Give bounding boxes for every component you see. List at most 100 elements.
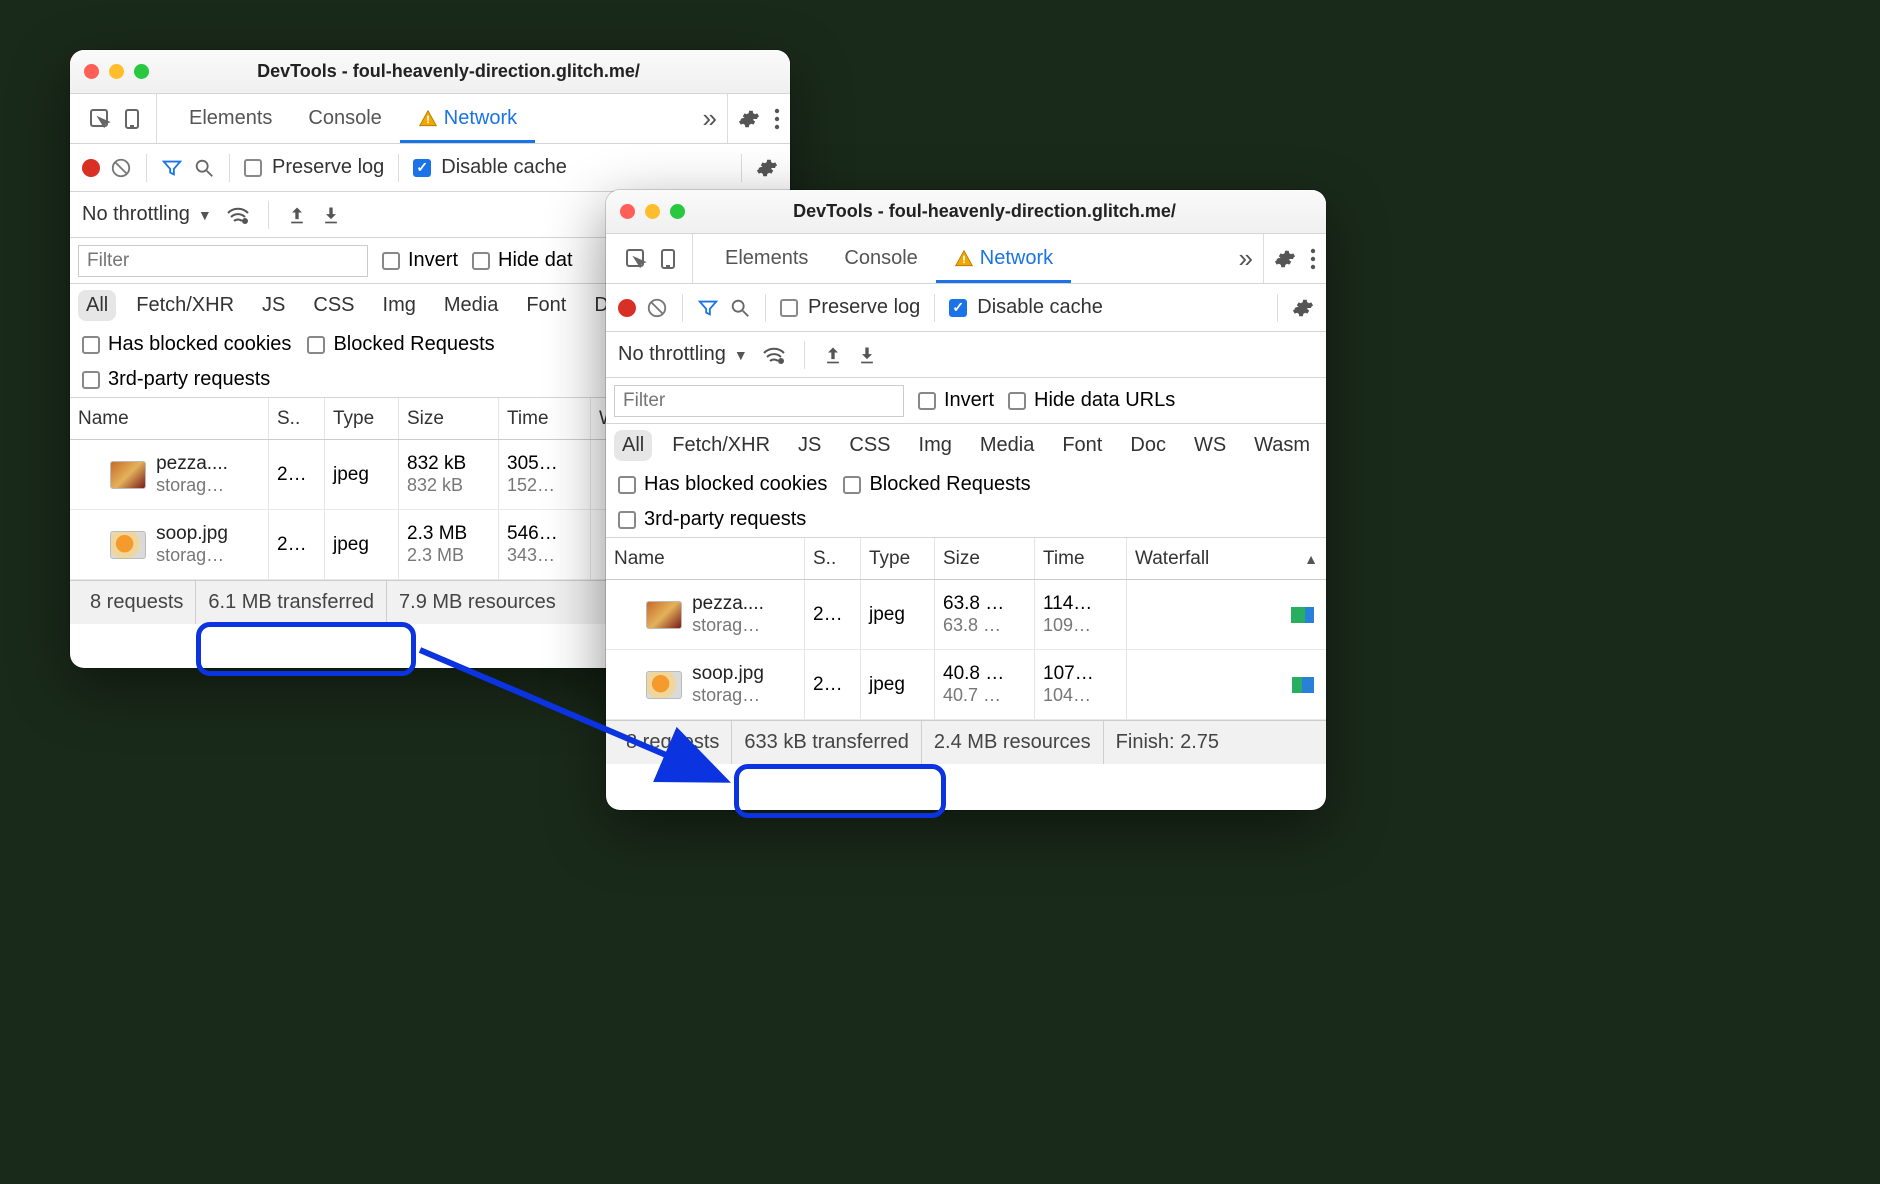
tab-network[interactable]: Network [936,234,1071,283]
tab-elements[interactable]: Elements [171,94,290,143]
filter-toggle-icon[interactable] [697,297,719,319]
network-settings-icon[interactable] [1292,297,1314,319]
type-chip-fetch[interactable]: Fetch/XHR [664,430,778,461]
blocked-requests-label: Blocked Requests [333,333,494,356]
clear-icon[interactable] [646,297,668,319]
waterfall-cell [1127,580,1326,649]
preserve-log-checkbox[interactable] [244,159,262,177]
hide-data-urls-checkbox[interactable] [472,252,490,270]
more-tabs-icon[interactable]: » [693,103,727,134]
search-icon[interactable] [729,297,751,319]
kebab-menu-icon[interactable] [1310,248,1316,270]
maximize-window-button[interactable] [134,64,149,79]
record-button[interactable] [82,159,100,177]
inspect-element-icon[interactable] [88,107,112,131]
network-settings-icon[interactable] [756,157,778,179]
blocked-cookies-label: Has blocked cookies [108,333,291,356]
gear-icon[interactable] [1274,248,1296,270]
close-window-button[interactable] [84,64,99,79]
tab-console[interactable]: Console [290,94,399,143]
close-window-button[interactable] [620,204,635,219]
blocked-cookies-label: Has blocked cookies [644,473,827,496]
invert-checkbox[interactable] [918,392,936,410]
col-name[interactable]: Name [606,538,805,579]
col-type[interactable]: Type [325,398,399,439]
import-har-icon[interactable] [823,345,843,365]
size-cell: 2.3 MB 2.3 MB [399,510,499,579]
more-tabs-icon[interactable]: » [1229,243,1263,274]
file-name: pezza.... [156,453,228,475]
invert-checkbox[interactable] [382,252,400,270]
table-row[interactable]: soop.jpg storag… 2… jpeg 40.8 … 40.7 … 1… [606,650,1326,720]
name-cell: soop.jpg storag… [606,650,805,719]
invert-label: Invert [408,249,458,272]
throttling-select[interactable]: No throttling ▼ [82,203,212,226]
blocked-cookies-checkbox[interactable] [82,336,100,354]
table-row[interactable]: pezza.... storag… 2… jpeg 63.8 … 63.8 … … [606,580,1326,650]
tab-elements[interactable]: Elements [707,234,826,283]
record-button[interactable] [618,299,636,317]
third-party-checkbox[interactable] [618,511,636,529]
type-chip-all[interactable]: All [614,430,652,461]
type-chip-doc[interactable]: Doc [1122,430,1174,461]
type-chip-css[interactable]: CSS [841,430,898,461]
hide-data-urls-checkbox[interactable] [1008,392,1026,410]
minimize-window-button[interactable] [645,204,660,219]
disable-cache-checkbox[interactable] [949,299,967,317]
search-icon[interactable] [193,157,215,179]
type-chip-font[interactable]: Font [1054,430,1110,461]
invert-label: Invert [944,389,994,412]
throttling-select[interactable]: No throttling ▼ [618,343,748,366]
kebab-menu-icon[interactable] [774,108,780,130]
blocked-requests-checkbox[interactable] [307,336,325,354]
type-chip-css[interactable]: CSS [305,290,362,321]
chevron-down-icon: ▼ [198,207,212,223]
type-chip-all[interactable]: All [78,290,116,321]
maximize-window-button[interactable] [670,204,685,219]
filter-input[interactable] [614,385,904,417]
col-time[interactable]: Time [499,398,591,439]
disable-cache-checkbox[interactable] [413,159,431,177]
col-size[interactable]: Size [399,398,499,439]
network-conditions-icon[interactable] [226,205,250,225]
col-status[interactable]: S.. [269,398,325,439]
col-size[interactable]: Size [935,538,1035,579]
type-chip-media[interactable]: Media [436,290,506,321]
filter-toggle-icon[interactable] [161,157,183,179]
import-har-icon[interactable] [287,205,307,225]
type-chip-font[interactable]: Font [518,290,574,321]
inspect-element-icon[interactable] [624,247,648,271]
type-chip-wasm[interactable]: Wasm [1246,430,1318,461]
blocked-requests-checkbox[interactable] [843,476,861,494]
file-domain: storag… [692,615,764,636]
gear-icon[interactable] [738,108,760,130]
third-party-checkbox[interactable] [82,371,100,389]
device-toggle-icon[interactable] [656,247,680,271]
thumbnail-image [110,461,146,489]
waterfall-cell [1127,650,1326,719]
type-chip-fetch[interactable]: Fetch/XHR [128,290,242,321]
tab-console[interactable]: Console [826,234,935,283]
blocked-cookies-checkbox[interactable] [618,476,636,494]
col-waterfall[interactable]: Waterfall▲ [1127,538,1326,579]
type-chip-js[interactable]: JS [790,430,829,461]
tab-network[interactable]: Network [400,94,535,143]
minimize-window-button[interactable] [109,64,124,79]
type-chip-ws[interactable]: WS [1186,430,1234,461]
clear-icon[interactable] [110,157,132,179]
filter-input[interactable] [78,245,368,277]
type-chip-js[interactable]: JS [254,290,293,321]
type-chip-img[interactable]: Img [375,290,424,321]
col-time[interactable]: Time [1035,538,1127,579]
traffic-lights [84,64,149,79]
preserve-log-checkbox[interactable] [780,299,798,317]
network-conditions-icon[interactable] [762,345,786,365]
export-har-icon[interactable] [857,345,877,365]
col-status[interactable]: S.. [805,538,861,579]
col-type[interactable]: Type [861,538,935,579]
type-chip-media[interactable]: Media [972,430,1042,461]
col-name[interactable]: Name [70,398,269,439]
export-har-icon[interactable] [321,205,341,225]
device-toggle-icon[interactable] [120,107,144,131]
type-chip-img[interactable]: Img [911,430,960,461]
